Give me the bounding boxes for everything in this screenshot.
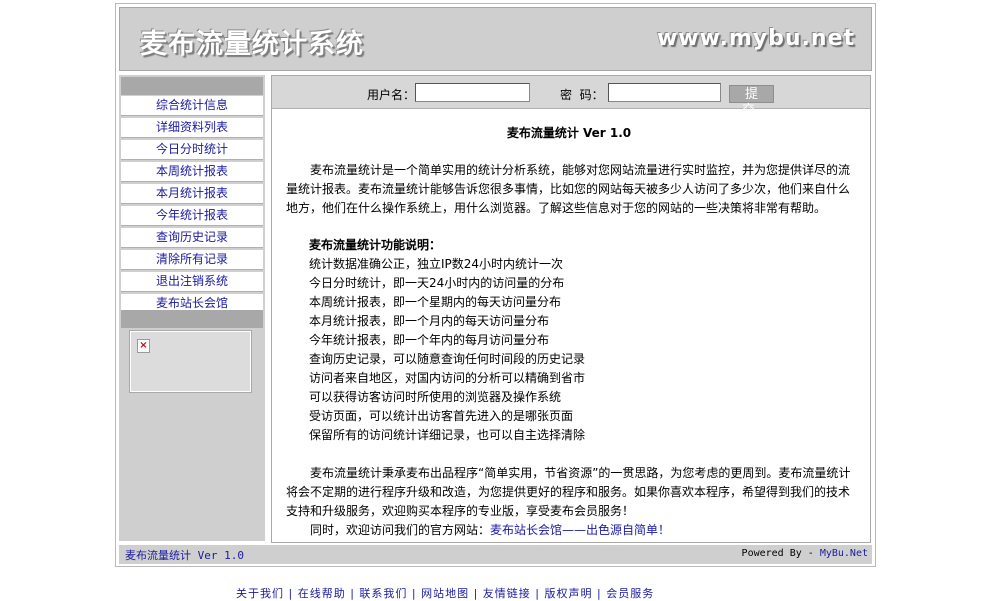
username-input[interactable] — [415, 83, 530, 102]
list-item: 保留所有的访问统计详细记录，也可以自主选择清除 — [309, 428, 586, 442]
main-frame: 麦布流量统计系统 www.mybu.net 综合统计信息 详细资料列表 今日分时… — [115, 3, 876, 567]
sidebar-section-bar — [121, 310, 263, 328]
sidebar-item-summary[interactable]: 综合统计信息 — [121, 96, 263, 116]
sidebar-ad-box[interactable]: × — [129, 330, 252, 393]
powered-link[interactable]: MyBu.Net — [820, 548, 868, 559]
footer-powered: Powered By - MyBu.Net — [742, 548, 868, 559]
closing-text: 麦布流量统计秉承麦布出品程序“简单实用，节省资源”的一贯思路，为您考虑的更周到。… — [286, 466, 851, 518]
list-item: 统计数据准确公正，独立IP数24小时内统计一次 — [309, 257, 564, 271]
list-item: 查询历史记录，可以随意查询任何时间段的历史记录 — [309, 352, 586, 366]
list-item: 本月统计报表，即一个月内的每天访问量分布 — [309, 314, 550, 328]
sidebar-item-history[interactable]: 查询历史记录 — [121, 228, 263, 248]
sidebar-item-month[interactable]: 本月统计报表 — [121, 184, 263, 204]
password-input[interactable] — [608, 83, 721, 102]
list-item: 可以获得访客访问时所使用的浏览器及操作系统 — [309, 390, 562, 404]
official-site-link[interactable]: 麦布站长会馆——出色源自简单！ — [490, 523, 670, 537]
login-bar: 用户名： 密 码： 提交 — [272, 76, 870, 117]
visit-prefix: 同时，欢迎访问我们的官方网站： — [310, 523, 491, 537]
bottom-links[interactable]: 关于我们 | 在线帮助 | 联系我们 | 网站地图 | 友情链接 | 版权声明 … — [236, 585, 654, 601]
powered-prefix: Powered By - — [741, 548, 820, 559]
list-item: 访问者来自地区，对国内访问的分析可以精确到省市 — [309, 371, 586, 385]
sidebar-nav: 综合统计信息 详细资料列表 今日分时统计 本周统计报表 本月统计报表 今年统计报… — [121, 96, 263, 316]
sidebar-item-today[interactable]: 今日分时统计 — [121, 140, 263, 160]
feature-list: 麦布流量统计功能说明： 统计数据准确公正，独立IP数24小时内统计一次 今日分时… — [286, 236, 852, 445]
content-area: 麦布流量统计 Ver 1.0 麦布流量统计是一个简单实用的统计分析系统，能够对您… — [286, 124, 852, 540]
list-item: 本周统计报表，即一个星期内的每天访问量分布 — [309, 295, 562, 309]
sidebar-item-week[interactable]: 本周统计报表 — [121, 162, 263, 182]
submit-button[interactable]: 提交 — [729, 85, 774, 117]
password-label: 密 码： — [560, 88, 604, 102]
sidebar-item-logout[interactable]: 退出注销系统 — [121, 272, 263, 292]
sidebar-item-details[interactable]: 详细资料列表 — [121, 118, 263, 138]
closing-paragraph: 麦布流量统计秉承麦布出品程序“简单实用，节省资源”的一贯思路，为您考虑的更周到。… — [286, 464, 852, 521]
list-item: 受访页面，可以统计出访客首先进入的是哪张页面 — [309, 409, 574, 423]
sidebar-item-clear[interactable]: 清除所有记录 — [121, 250, 263, 270]
broken-image-icon: × — [137, 339, 150, 353]
sidebar-header-bar — [121, 77, 263, 95]
header-url: www.mybu.net — [656, 26, 855, 51]
header-banner: 麦布流量统计系统 www.mybu.net — [119, 7, 872, 71]
visit-line: 同时，欢迎访问我们的官方网站：麦布站长会馆——出色源自简单！ — [286, 521, 852, 540]
username-label: 用户名： — [367, 88, 416, 102]
sidebar: 综合统计信息 详细资料列表 今日分时统计 本周统计报表 本月统计报表 今年统计报… — [119, 75, 265, 541]
main-panel: 用户名： 密 码： 提交 麦布流量统计 Ver 1.0 麦布流量统计是一个简单实… — [271, 75, 871, 543]
footer-version: 麦布流量统计 Ver 1.0 — [125, 549, 244, 562]
list-item: 今年统计报表，即一个年内的每月访问量分布 — [309, 333, 550, 347]
header-title: 麦布流量统计系统 — [140, 29, 364, 60]
content-title: 麦布流量统计 Ver 1.0 — [506, 126, 632, 140]
footer-bar: 麦布流量统计 Ver 1.0 Powered By - MyBu.Net — [119, 545, 872, 564]
list-item: 今日分时统计，即一天24小时内的访问量的分布 — [309, 276, 565, 290]
intro-paragraph: 麦布流量统计是一个简单实用的统计分析系统，能够对您网站流量进行实时监控，并为您提… — [286, 163, 851, 215]
sidebar-item-year[interactable]: 今年统计报表 — [121, 206, 263, 226]
feature-heading: 麦布流量统计功能说明： — [309, 238, 442, 252]
